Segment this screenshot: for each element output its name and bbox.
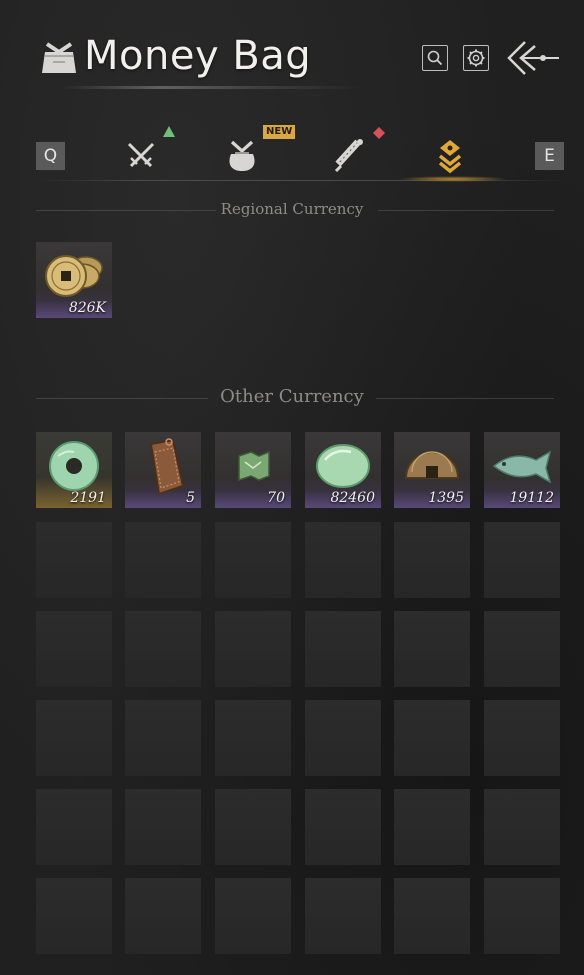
empty-slot[interactable]	[394, 789, 470, 865]
empty-slot[interactable]	[125, 611, 201, 687]
item-quantity: 70	[267, 490, 285, 506]
empty-slot[interactable]	[215, 522, 291, 598]
previous-tab-key[interactable]: Q	[36, 142, 65, 170]
page-title: Money Bag	[84, 33, 312, 79]
section-title-regional: Regional Currency	[0, 200, 584, 218]
header: Money Bag	[0, 0, 584, 100]
empty-slot[interactable]	[394, 700, 470, 776]
currency-slot-regional[interactable]: 826K	[36, 242, 112, 318]
empty-slot[interactable]	[36, 700, 112, 776]
empty-slot[interactable]	[484, 700, 560, 776]
empty-slot[interactable]	[215, 878, 291, 954]
search-icon	[427, 50, 443, 66]
currency-slot[interactable]: 2191	[36, 432, 112, 508]
empty-slot[interactable]	[36, 878, 112, 954]
empty-slot[interactable]	[125, 878, 201, 954]
settings-button[interactable]	[463, 45, 489, 71]
currency-slot[interactable]: 70	[215, 432, 291, 508]
item-quantity: 1395	[428, 490, 464, 506]
next-tab-key[interactable]: E	[535, 142, 564, 170]
tab-bag[interactable]: NEW	[220, 125, 296, 180]
empty-slot[interactable]	[125, 700, 201, 776]
bag-icon	[229, 140, 255, 171]
tab-money[interactable]	[428, 130, 478, 180]
empty-slot[interactable]	[125, 522, 201, 598]
money-bag-icon	[42, 42, 76, 73]
header-divider	[60, 86, 360, 89]
tab-scrolls[interactable]	[327, 127, 385, 180]
empty-slot[interactable]	[394, 878, 470, 954]
item-quantity: 5	[186, 490, 195, 506]
active-tab-indicator	[398, 176, 508, 182]
empty-slot[interactable]	[125, 789, 201, 865]
section-title-text: Regional Currency	[220, 200, 364, 218]
empty-slot[interactable]	[36, 611, 112, 687]
new-gear-indicator	[163, 126, 175, 137]
tab-weapons[interactable]	[118, 126, 175, 180]
scroll-icon	[334, 139, 363, 173]
currency-slot[interactable]: 19112	[484, 432, 560, 508]
currency-slot[interactable]: 1395	[394, 432, 470, 508]
empty-slot[interactable]	[484, 878, 560, 954]
empty-slot[interactable]	[215, 789, 291, 865]
empty-slot[interactable]	[305, 789, 381, 865]
new-badge: NEW	[263, 125, 296, 139]
empty-slot[interactable]	[215, 611, 291, 687]
empty-slot[interactable]	[36, 522, 112, 598]
empty-slot[interactable]	[305, 522, 381, 598]
empty-slot[interactable]	[305, 700, 381, 776]
currency-slot[interactable]: 5	[125, 432, 201, 508]
empty-slot[interactable]	[305, 611, 381, 687]
currency-slot[interactable]: 82460	[305, 432, 381, 508]
item-quantity: 2191	[70, 490, 106, 506]
crossed-swords-icon	[127, 142, 155, 168]
empty-slot[interactable]	[484, 611, 560, 687]
empty-slot[interactable]	[394, 611, 470, 687]
item-quantity: 826K	[68, 300, 106, 316]
item-quantity: 82460	[330, 490, 375, 506]
section-title-other: Other Currency	[0, 386, 584, 407]
empty-slot[interactable]	[305, 878, 381, 954]
back-arrow-icon[interactable]	[503, 38, 561, 78]
alert-diamond-indicator	[373, 127, 385, 139]
empty-slot[interactable]	[394, 522, 470, 598]
gear-icon	[467, 49, 485, 67]
empty-slot[interactable]	[484, 522, 560, 598]
item-quantity: 19112	[509, 490, 554, 506]
search-button[interactable]	[422, 45, 448, 71]
empty-slot[interactable]	[215, 700, 291, 776]
section-title-text: Other Currency	[220, 386, 364, 407]
coin-stack-icon	[438, 140, 462, 174]
empty-slot[interactable]	[484, 789, 560, 865]
empty-slot[interactable]	[36, 789, 112, 865]
